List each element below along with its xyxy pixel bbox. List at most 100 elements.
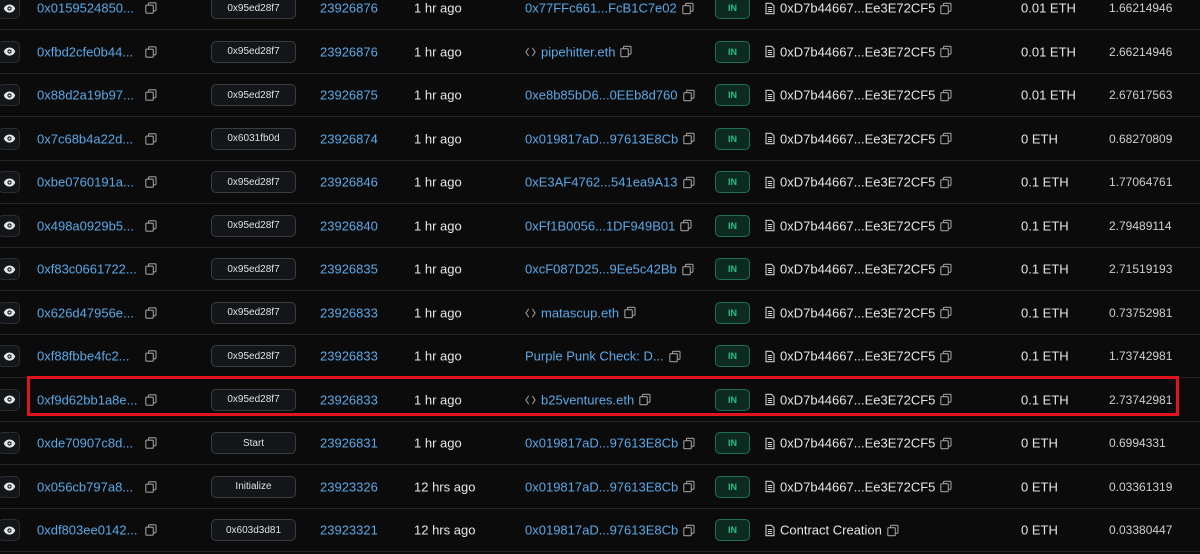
from-address-link[interactable]: 0xE3AF4762...541ea9A13 xyxy=(525,175,678,190)
view-details-button[interactable] xyxy=(0,345,20,367)
copy-icon[interactable] xyxy=(940,2,952,14)
to-address[interactable]: 0xD7b44667...Ee3E72CF5 xyxy=(780,44,935,59)
tx-hash-link[interactable]: 0xf83c0661722... xyxy=(37,262,139,277)
copy-icon[interactable] xyxy=(145,524,157,536)
copy-icon[interactable] xyxy=(940,393,952,406)
tx-hash-link[interactable]: 0xfbd2cfe0b44... xyxy=(37,44,139,59)
copy-icon[interactable] xyxy=(145,306,157,319)
copy-icon[interactable] xyxy=(145,45,157,58)
view-details-button[interactable] xyxy=(0,171,20,193)
from-address-link[interactable]: Purple Punk Check: D... xyxy=(525,349,664,364)
from-address-link[interactable]: 0x019817aD...97613E8Cb xyxy=(525,436,678,451)
copy-icon[interactable] xyxy=(940,176,952,188)
from-address-link[interactable]: 0xcF087D25...9Ee5c42Bb xyxy=(525,262,677,277)
view-details-button[interactable] xyxy=(0,214,20,237)
copy-icon[interactable] xyxy=(940,306,952,319)
tx-hash-link[interactable]: 0x88d2a19b97... xyxy=(37,88,139,103)
copy-icon[interactable] xyxy=(145,219,157,232)
copy-icon[interactable] xyxy=(145,393,157,406)
block-link[interactable]: 23923321 xyxy=(320,523,378,538)
copy-icon[interactable] xyxy=(145,2,157,14)
to-address[interactable]: 0xD7b44667...Ee3E72CF5 xyxy=(780,479,935,494)
tx-hash-link[interactable]: 0xde70907c8d... xyxy=(37,436,139,451)
view-details-button[interactable] xyxy=(0,432,20,454)
to-address[interactable]: Contract Creation xyxy=(780,523,882,538)
from-address-link[interactable]: pipehitter.eth xyxy=(541,44,615,59)
to-address[interactable]: 0xD7b44667...Ee3E72CF5 xyxy=(780,392,935,407)
tx-hash-link[interactable]: 0x498a0929b5... xyxy=(37,218,139,233)
copy-icon[interactable] xyxy=(145,176,157,188)
block-link[interactable]: 23926835 xyxy=(320,262,378,277)
copy-icon[interactable] xyxy=(683,480,695,493)
block-link[interactable]: 23926833 xyxy=(320,392,378,407)
block-link[interactable]: 23923326 xyxy=(320,479,378,494)
block-link[interactable]: 23926833 xyxy=(320,305,378,320)
copy-icon[interactable] xyxy=(683,132,695,145)
view-details-button[interactable] xyxy=(0,475,20,498)
copy-icon[interactable] xyxy=(940,219,952,232)
block-link[interactable]: 23926875 xyxy=(320,88,378,103)
block-link[interactable]: 23926833 xyxy=(320,349,378,364)
copy-icon[interactable] xyxy=(683,524,695,536)
tx-hash-link[interactable]: 0xbe0760191a... xyxy=(37,175,139,190)
to-address[interactable]: 0xD7b44667...Ee3E72CF5 xyxy=(780,131,935,146)
from-address-link[interactable]: 0x019817aD...97613E8Cb xyxy=(525,523,678,538)
copy-icon[interactable] xyxy=(639,393,651,406)
copy-icon[interactable] xyxy=(145,437,157,449)
view-details-button[interactable] xyxy=(0,519,20,541)
copy-icon[interactable] xyxy=(145,350,157,362)
copy-icon[interactable] xyxy=(940,45,952,58)
copy-icon[interactable] xyxy=(680,219,692,232)
block-link[interactable]: 23926840 xyxy=(320,218,378,233)
view-details-button[interactable] xyxy=(0,127,20,150)
copy-icon[interactable] xyxy=(145,132,157,145)
tx-hash-link[interactable]: 0x626d47956e... xyxy=(37,305,139,320)
copy-icon[interactable] xyxy=(940,263,952,275)
from-address-link[interactable]: 0x019817aD...97613E8Cb xyxy=(525,131,678,146)
block-link[interactable]: 23926831 xyxy=(320,436,378,451)
copy-icon[interactable] xyxy=(682,176,695,188)
copy-icon[interactable] xyxy=(145,263,157,275)
copy-icon[interactable] xyxy=(940,350,952,362)
to-address[interactable]: 0xD7b44667...Ee3E72CF5 xyxy=(780,1,935,16)
to-address[interactable]: 0xD7b44667...Ee3E72CF5 xyxy=(780,262,935,277)
view-details-button[interactable] xyxy=(0,388,20,411)
copy-icon[interactable] xyxy=(682,89,695,101)
view-details-button[interactable] xyxy=(0,258,20,280)
copy-icon[interactable] xyxy=(668,350,681,362)
copy-icon[interactable] xyxy=(683,437,695,449)
copy-icon[interactable] xyxy=(940,132,952,145)
block-link[interactable]: 23926874 xyxy=(320,131,378,146)
copy-icon[interactable] xyxy=(624,306,636,319)
tx-hash-link[interactable]: 0x056cb797a8... xyxy=(37,479,139,494)
from-address-link[interactable]: 0x019817aD...97613E8Cb xyxy=(525,479,678,494)
to-address[interactable]: 0xD7b44667...Ee3E72CF5 xyxy=(780,175,935,190)
to-address[interactable]: 0xD7b44667...Ee3E72CF5 xyxy=(780,305,935,320)
view-details-button[interactable] xyxy=(0,84,20,106)
copy-icon[interactable] xyxy=(940,89,952,101)
view-details-button[interactable] xyxy=(0,40,20,63)
tx-hash-link[interactable]: 0xdf803ee0142... xyxy=(37,523,139,538)
block-link[interactable]: 23926846 xyxy=(320,175,378,190)
to-address[interactable]: 0xD7b44667...Ee3E72CF5 xyxy=(780,349,935,364)
copy-icon[interactable] xyxy=(887,524,899,536)
to-address[interactable]: 0xD7b44667...Ee3E72CF5 xyxy=(780,218,935,233)
block-link[interactable]: 23926876 xyxy=(320,44,378,59)
view-details-button[interactable] xyxy=(0,0,20,19)
from-address-link[interactable]: 0xFf1B0056...1DF949B01 xyxy=(525,218,675,233)
tx-hash-link[interactable]: 0xf88fbbe4fc2... xyxy=(37,349,139,364)
to-address[interactable]: 0xD7b44667...Ee3E72CF5 xyxy=(780,88,935,103)
tx-hash-link[interactable]: 0x7c68b4a22d... xyxy=(37,131,139,146)
from-address-link[interactable]: 0x77FFc661...FcB1C7e02 xyxy=(525,1,677,16)
from-address-link[interactable]: matascup.eth xyxy=(541,305,619,320)
tx-hash-link[interactable]: 0xf9d62bb1a8e... xyxy=(37,392,139,407)
copy-icon[interactable] xyxy=(940,480,952,493)
copy-icon[interactable] xyxy=(682,2,694,14)
copy-icon[interactable] xyxy=(682,263,694,275)
block-link[interactable]: 23926876 xyxy=(320,1,378,16)
copy-icon[interactable] xyxy=(145,89,157,101)
to-address[interactable]: 0xD7b44667...Ee3E72CF5 xyxy=(780,436,935,451)
from-address-link[interactable]: 0xe8b85bD6...0EEb8d760 xyxy=(525,88,678,103)
copy-icon[interactable] xyxy=(620,45,633,58)
view-details-button[interactable] xyxy=(0,301,20,324)
